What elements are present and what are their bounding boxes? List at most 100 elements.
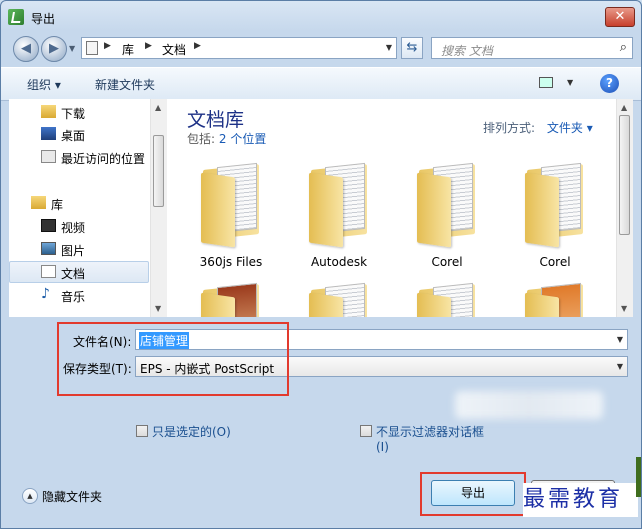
organize-menu[interactable]: 组织 ▾	[27, 76, 61, 93]
breadcrumb-documents[interactable]: 文档	[162, 41, 186, 58]
folder-front	[417, 292, 451, 317]
search-placeholder: 搜索 文档	[441, 44, 493, 58]
folder-item[interactable]	[519, 281, 591, 317]
sidebar-item-music[interactable]: ♪ 音乐	[9, 284, 149, 306]
filetype-dropdown-icon[interactable]: ▼	[617, 362, 623, 371]
folder-item[interactable]	[411, 281, 483, 317]
filename-dropdown-icon[interactable]: ▼	[617, 335, 623, 344]
folder-name: Autodesk	[310, 255, 368, 269]
no-filter-dialog-checkbox[interactable]	[360, 425, 372, 437]
search-input[interactable]: 搜索 文档 ⌕	[431, 37, 633, 59]
sidebar-item-videos[interactable]: 视频	[9, 215, 149, 237]
recent-pages-dropdown-icon[interactable]: ▼	[69, 44, 75, 53]
address-dropdown-icon[interactable]: ▼	[386, 43, 392, 52]
libraries-icon	[31, 196, 46, 209]
includes-locations-link[interactable]: 2 个位置	[219, 132, 266, 146]
window-title: 导出	[31, 12, 56, 26]
recent-places-icon	[41, 150, 56, 163]
no-filter-dialog-label[interactable]: 不显示过滤器对话框	[376, 423, 486, 440]
folder-front	[525, 172, 559, 248]
folder-item[interactable]: Corel	[411, 161, 483, 269]
no-filter-dialog-label-shortcut[interactable]: (I)	[376, 440, 389, 454]
only-selected-label[interactable]: 只是选定的(O)	[152, 423, 231, 440]
title-bar: 导出 ✕	[1, 1, 641, 33]
sidebar-item-libraries[interactable]: 库	[9, 192, 149, 214]
sidebar-item-label: 库	[51, 198, 64, 212]
music-icon: ♪	[41, 286, 50, 302]
documents-icon	[41, 265, 56, 278]
sidebar-item-documents[interactable]: 文档	[9, 261, 149, 283]
new-folder-button[interactable]: 新建文件夹	[95, 76, 155, 93]
videos-icon	[41, 219, 56, 232]
scrollbar-thumb[interactable]	[619, 115, 630, 235]
pictures-icon	[41, 242, 56, 255]
export-button[interactable]: 导出	[431, 480, 515, 506]
navigation-pane: 下载 桌面 最近访问的位置 库 视频 图片 文档 ♪ 音乐 ▲ ▼	[9, 99, 168, 317]
scroll-up-icon[interactable]: ▲	[155, 103, 161, 112]
export-dialog: 导出 ✕ ◀ ▶ ▼ ▶ 库 ▶ 文档 ▶ ▼ ⇆ 搜索 文档 ⌕ 组织 ▾ 新…	[0, 0, 642, 529]
only-selected-checkbox[interactable]	[136, 425, 148, 437]
sidebar-item-label: 文档	[61, 267, 86, 281]
document-export-icon	[8, 9, 24, 25]
scroll-down-icon[interactable]: ▼	[621, 304, 627, 313]
folder-front	[417, 172, 451, 248]
folder-item[interactable]: Autodesk	[303, 161, 375, 269]
scroll-up-icon[interactable]: ▲	[621, 103, 627, 112]
help-icon[interactable]: ?	[600, 74, 619, 93]
background-edge	[636, 457, 641, 497]
folder-front	[201, 172, 235, 248]
search-icon[interactable]: ⌕	[620, 40, 627, 55]
address-bar[interactable]: ▶ 库 ▶ 文档 ▶ ▼	[81, 37, 397, 59]
file-list-pane: 文档库 包括: 2 个位置 排列方式: 文件夹 ▾ 360js Files Au…	[167, 99, 633, 317]
folder-item[interactable]: 360js Files	[195, 161, 267, 269]
folder-front	[201, 292, 235, 317]
navigation-bar: ◀ ▶ ▼ ▶ 库 ▶ 文档 ▶ ▼ ⇆ 搜索 文档 ⌕	[1, 33, 641, 63]
back-arrow-icon[interactable]: ◀	[13, 36, 39, 62]
sidebar-item-label: 视频	[61, 221, 86, 235]
folder-location-icon	[86, 41, 98, 55]
breadcrumb-separator-icon[interactable]: ▶	[145, 41, 152, 51]
sidebar-item-label: 音乐	[61, 290, 86, 304]
sidebar-item-downloads[interactable]: 下载	[9, 101, 149, 123]
sidebar-item-label: 下载	[61, 107, 86, 121]
navigation-pane-scrollbar[interactable]: ▲ ▼	[150, 99, 167, 317]
folder-front	[309, 292, 343, 317]
sidebar-item-label: 图片	[61, 244, 86, 258]
library-includes: 包括: 2 个位置	[187, 130, 266, 147]
folder-front	[525, 292, 559, 317]
change-view-icon[interactable]	[539, 77, 553, 88]
download-folder-icon	[41, 105, 56, 118]
folder-name: Corel	[431, 255, 463, 269]
breadcrumb-separator-icon[interactable]: ▶	[194, 41, 201, 51]
hide-folders-label[interactable]: 隐藏文件夹	[42, 488, 102, 505]
sidebar-item-pictures[interactable]: 图片	[9, 238, 149, 260]
arrange-by: 排列方式: 文件夹 ▾	[483, 119, 593, 136]
view-options-dropdown-icon[interactable]: ▼	[567, 78, 573, 87]
breadcrumb-separator-icon[interactable]: ▶	[104, 41, 111, 51]
scrollbar-thumb[interactable]	[153, 135, 164, 207]
chevron-up-icon[interactable]: ▲	[22, 488, 38, 504]
folder-item[interactable]: Corel	[519, 161, 591, 269]
library-title: 文档库	[187, 109, 245, 131]
refresh-button[interactable]: ⇆	[401, 37, 423, 59]
folder-name: 360js Files	[199, 255, 263, 269]
folder-front	[309, 172, 343, 248]
folder-item[interactable]	[195, 281, 267, 317]
scroll-down-icon[interactable]: ▼	[155, 304, 161, 313]
arrange-by-dropdown[interactable]: 文件夹 ▾	[547, 121, 593, 135]
breadcrumb-libraries[interactable]: 库	[122, 41, 134, 58]
close-button[interactable]: ✕	[605, 7, 635, 27]
watermark-text: 最需教育	[523, 483, 638, 517]
sidebar-item-desktop[interactable]: 桌面	[9, 123, 149, 145]
blurred-region	[455, 391, 603, 419]
highlight-box	[57, 322, 289, 396]
includes-prefix: 包括:	[187, 132, 216, 146]
sidebar-item-label: 桌面	[61, 129, 86, 143]
sidebar-item-label: 最近访问的位置	[61, 152, 146, 166]
folder-name: Corel	[539, 255, 571, 269]
sidebar-item-recent-places[interactable]: 最近访问的位置	[9, 146, 149, 168]
refresh-icon: ⇆	[406, 40, 418, 55]
forward-arrow-icon[interactable]: ▶	[41, 36, 67, 62]
folder-item[interactable]	[303, 281, 375, 317]
file-list-scrollbar[interactable]: ▲ ▼	[616, 99, 633, 317]
